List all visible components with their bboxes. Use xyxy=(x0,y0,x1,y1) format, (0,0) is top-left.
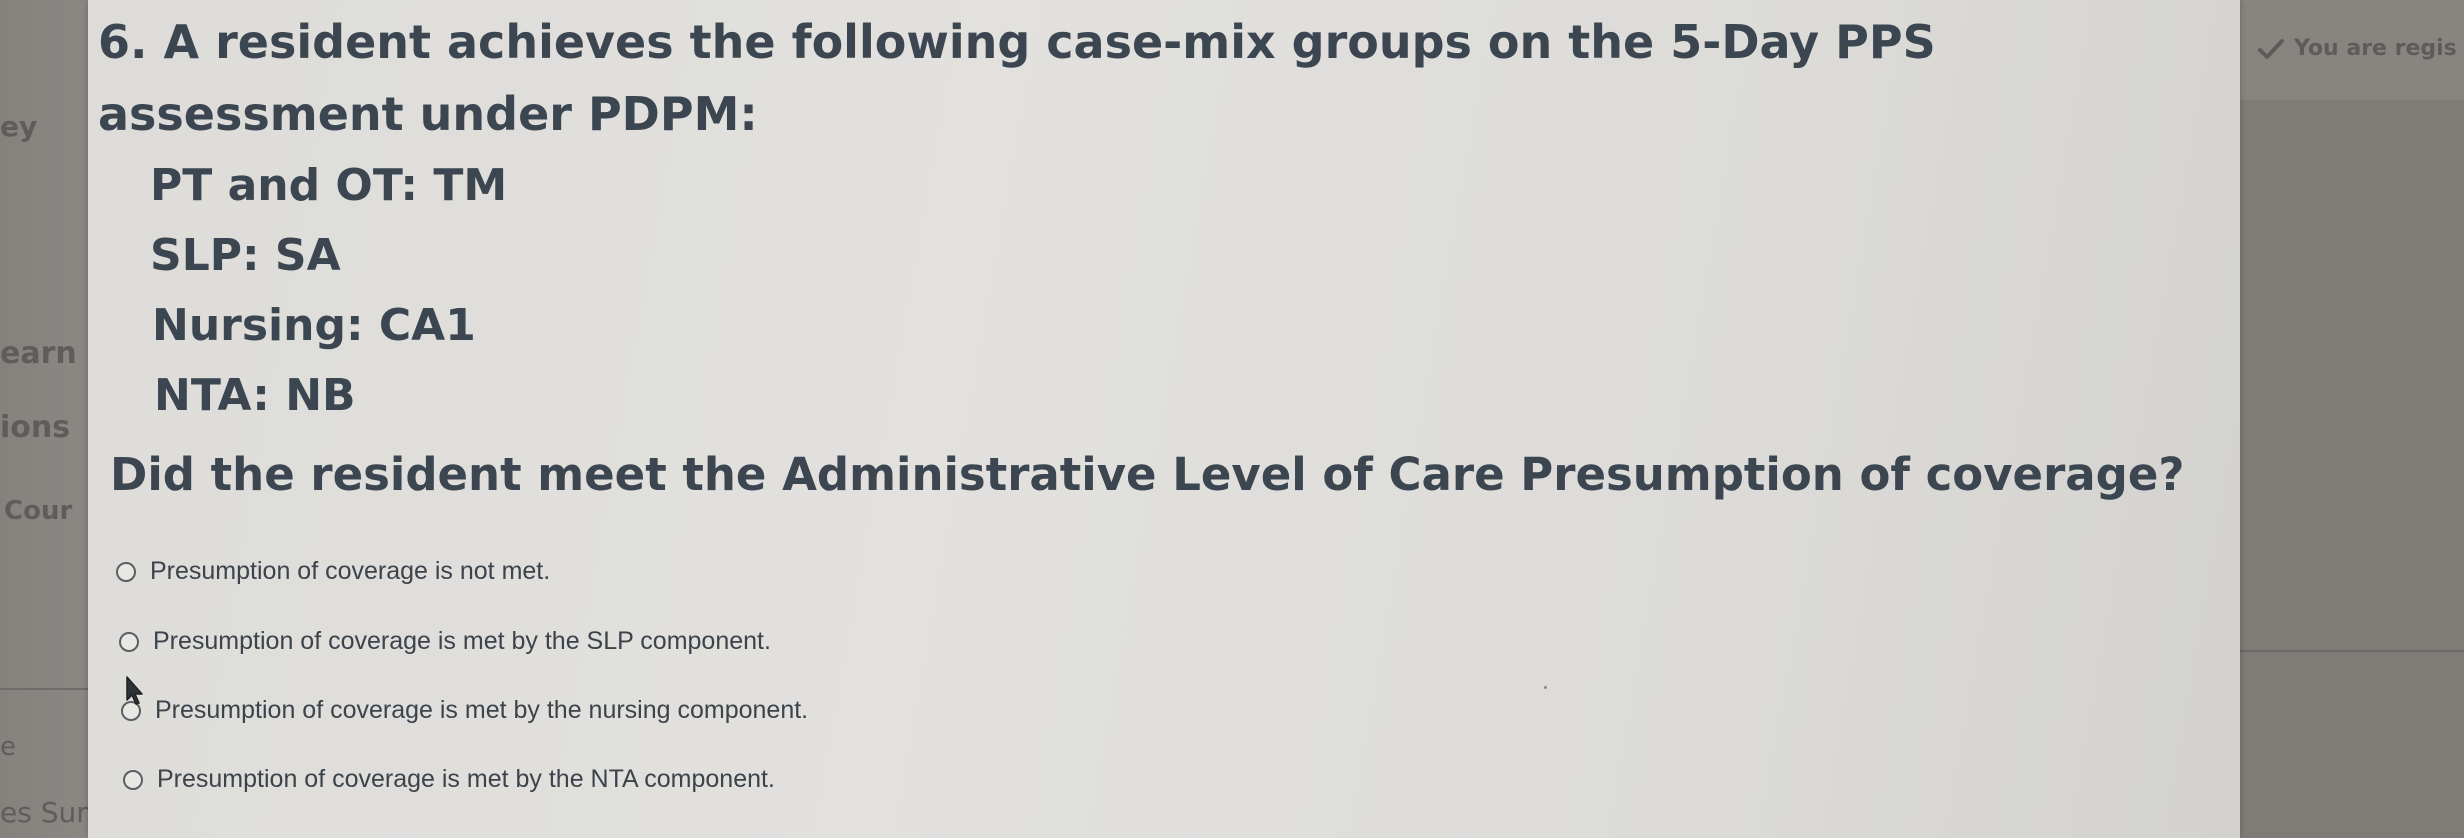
radio-icon[interactable] xyxy=(121,700,141,721)
answer-option-1[interactable]: Presumption of coverage is not met. xyxy=(116,557,550,586)
radio-icon[interactable] xyxy=(123,769,143,790)
registration-notice-text: You are regis xyxy=(2294,36,2457,61)
radio-icon[interactable] xyxy=(119,631,139,652)
sidebar-fragment: Cour xyxy=(4,496,73,526)
sidebar-fragment: e xyxy=(0,732,16,762)
question-card: 6. A resident achieves the following cas… xyxy=(88,0,2240,838)
sidebar-fragment: earn xyxy=(0,336,77,371)
sidebar-divider xyxy=(0,688,90,690)
check-icon xyxy=(2258,38,2284,60)
registration-notice: You are regis xyxy=(2258,36,2457,61)
radio-icon[interactable] xyxy=(116,561,136,582)
answer-option-label: Presumption of coverage is met by the NT… xyxy=(157,765,775,793)
sidebar-fragment: ey xyxy=(0,110,38,143)
background-sidebar: ey earn ions Cour e es Sum xyxy=(0,0,104,838)
answer-option-2[interactable]: Presumption of coverage is met by the SL… xyxy=(119,627,771,656)
answer-option-3[interactable]: Presumption of coverage is met by the nu… xyxy=(121,696,808,725)
right-panel-divider xyxy=(2240,650,2464,652)
answer-option-label: Presumption of coverage is met by the SL… xyxy=(153,627,771,655)
screen-speck xyxy=(1544,686,1547,689)
answer-option-label: Presumption of coverage is not met. xyxy=(150,557,551,585)
answer-options: Presumption of coverage is not met. Pres… xyxy=(88,0,2240,838)
answer-option-label: Presumption of coverage is met by the nu… xyxy=(155,696,809,724)
answer-option-4[interactable]: Presumption of coverage is met by the NT… xyxy=(123,765,775,794)
background-right-panel: You are regis xyxy=(2240,0,2464,838)
sidebar-fragment: ions xyxy=(0,410,71,445)
